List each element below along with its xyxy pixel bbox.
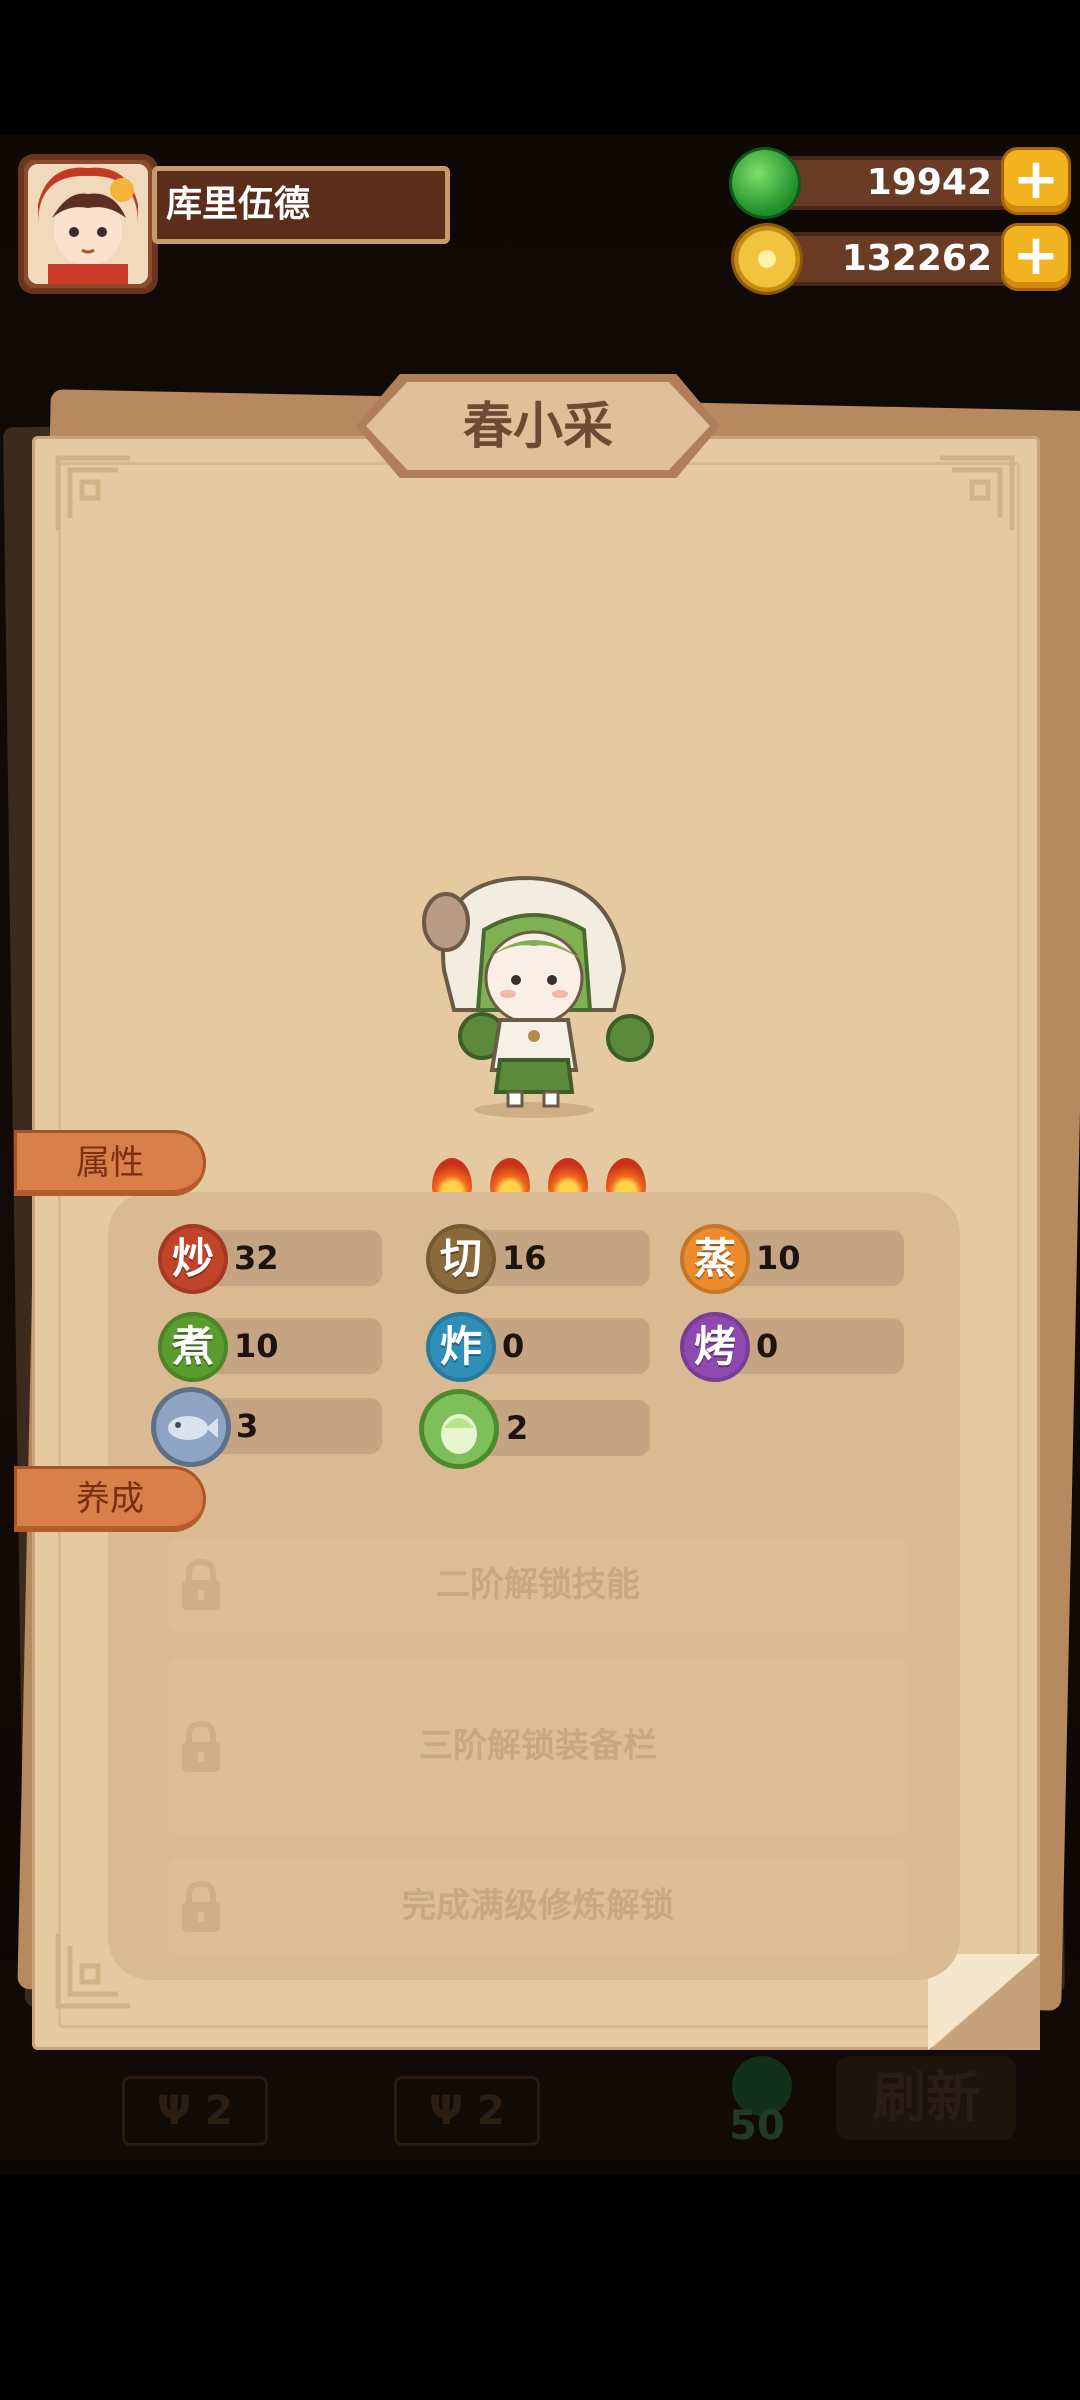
- corner-ornament-icon: [55, 455, 130, 530]
- background-tag-value: 2: [205, 2088, 233, 2134]
- background-refresh-button: 刷新: [836, 2056, 1016, 2140]
- fish-value: 3: [236, 1407, 259, 1445]
- deep-fry-stat-icon: 炸: [426, 1312, 496, 1382]
- cabbage-value: 2: [506, 1409, 529, 1447]
- corner-ornament-icon: [940, 455, 1015, 530]
- tab-training[interactable]: 养成: [14, 1466, 206, 1532]
- character-name: 春小采: [463, 397, 613, 455]
- background-cost: 50: [729, 2103, 785, 2149]
- gold-coin-icon: [734, 226, 800, 292]
- cabbage-icon: [424, 1394, 494, 1464]
- steam-stat-icon: 蒸: [680, 1224, 750, 1294]
- roast-stat-value: 0: [756, 1327, 779, 1365]
- locked-skill-label: 二阶解锁技能: [436, 1565, 640, 1605]
- avatar-portrait-icon: [28, 164, 148, 284]
- cut-stat-icon: 切: [426, 1224, 496, 1294]
- stir-fry-stat-icon: 炒: [158, 1224, 228, 1294]
- background-tag: Ψ 2: [122, 2076, 268, 2146]
- player-name: 库里伍德: [166, 184, 311, 225]
- tab-attributes[interactable]: 属性: [14, 1130, 206, 1196]
- add-gold-button[interactable]: +: [1004, 226, 1068, 288]
- cut-stat-value: 16: [502, 1239, 547, 1277]
- cabbage-icon-glyph: [441, 1414, 477, 1454]
- background-tag: Ψ 2: [394, 2076, 540, 2146]
- steam-stat-value: 10: [756, 1239, 801, 1277]
- locked-training-label: 完成满级修炼解锁: [402, 1886, 674, 1926]
- locked-equipment-label: 三阶解锁装备栏: [419, 1726, 657, 1766]
- boil-stat-value: 10: [234, 1327, 279, 1365]
- fish-icon-glyph: [168, 1416, 218, 1440]
- jade-coin-icon: [732, 150, 798, 216]
- roast-stat-icon: 烤: [680, 1312, 750, 1382]
- avatar[interactable]: [28, 164, 148, 284]
- deep-fry-stat-value: 0: [502, 1327, 525, 1365]
- character-sprite-icon[interactable]: [404, 860, 664, 1120]
- stir-fry-stat-value: 32: [234, 1239, 279, 1277]
- background-tag-value: 2: [477, 2088, 505, 2134]
- fish-icon: [156, 1392, 226, 1462]
- boil-stat-icon: 煮: [158, 1312, 228, 1382]
- add-jade-button[interactable]: +: [1004, 150, 1068, 212]
